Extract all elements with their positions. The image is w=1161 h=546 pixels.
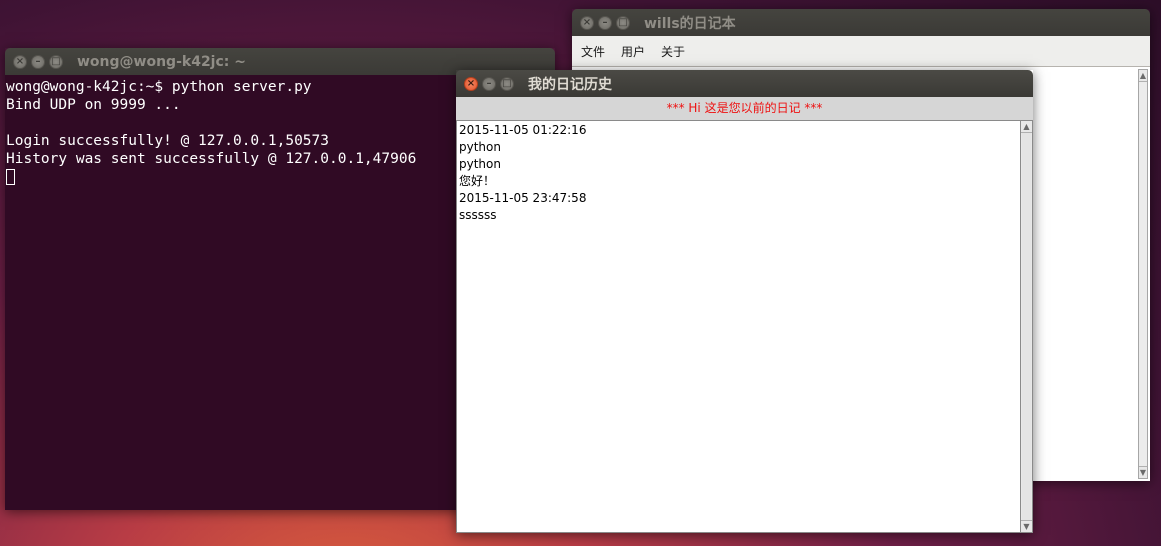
close-icon[interactable]: × — [464, 76, 478, 91]
history-titlebar[interactable]: × – □ 我的日记历史 — [456, 70, 1033, 97]
maximize-icon[interactable]: □ — [500, 76, 514, 91]
history-entry: ssssss — [459, 208, 497, 222]
history-text-area[interactable]: 2015-11-05 01:22:16 python python 您好！ 20… — [456, 120, 1021, 533]
history-scrollbar[interactable]: ▲ ▼ — [1021, 120, 1033, 533]
history-entry: 您好！ — [459, 174, 496, 188]
history-header-label: *** Hi 这是您以前的日记 *** — [666, 101, 823, 115]
scroll-up-icon[interactable]: ▲ — [1021, 121, 1032, 133]
maximize-icon[interactable]: □ — [49, 54, 63, 69]
scroll-thumb[interactable] — [1022, 133, 1031, 520]
history-entry: 2015-11-05 01:22:16 — [459, 123, 587, 137]
close-icon[interactable]: × — [580, 15, 594, 30]
minimize-icon[interactable]: – — [598, 15, 612, 30]
diary-title: wills的日记本 — [644, 15, 736, 32]
history-entry: python — [459, 140, 501, 154]
scroll-up-icon[interactable]: ▲ — [1139, 70, 1147, 82]
diary-titlebar[interactable]: × – □ wills的日记本 — [572, 9, 1150, 36]
minimize-icon[interactable]: – — [482, 76, 496, 91]
menu-user[interactable]: 用户 — [613, 43, 653, 60]
close-icon[interactable]: × — [13, 54, 27, 69]
menu-about[interactable]: 关于 — [653, 43, 693, 60]
scroll-down-icon[interactable]: ▼ — [1139, 466, 1147, 478]
menu-file[interactable]: 文件 — [572, 43, 613, 60]
history-entry: python — [459, 157, 501, 171]
history-title: 我的日记历史 — [528, 76, 612, 93]
diary-scrollbar[interactable]: ▲ ▼ — [1138, 69, 1148, 479]
terminal-title: wong@wong-k42jc: ~ — [77, 53, 246, 70]
maximize-icon[interactable]: □ — [616, 15, 630, 30]
text-cursor — [6, 169, 15, 185]
menu-bar: 文件 用户 关于 — [572, 36, 1150, 67]
history-window[interactable]: × – □ 我的日记历史 *** Hi 这是您以前的日记 *** 2015-11… — [456, 70, 1033, 533]
minimize-icon[interactable]: – — [31, 54, 45, 69]
history-body: *** Hi 这是您以前的日记 *** 2015-11-05 01:22:16 … — [456, 97, 1033, 533]
history-entry: 2015-11-05 23:47:58 — [459, 191, 587, 205]
scroll-down-icon[interactable]: ▼ — [1021, 520, 1032, 532]
